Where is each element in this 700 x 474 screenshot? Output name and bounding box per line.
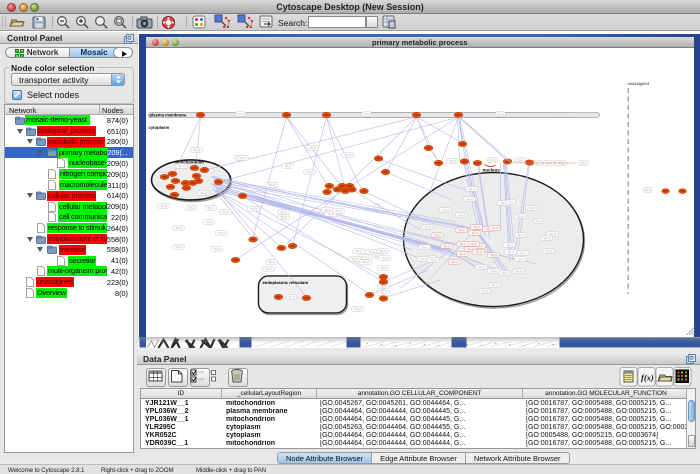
svg-text:Ylr-rl: Ylr-rl (478, 265, 485, 269)
svg-text:Ylr-rl: Ylr-rl (430, 258, 437, 262)
svg-text:Ylr-rl: Ylr-rl (497, 112, 504, 116)
svg-text:Ylr-rl: Ylr-rl (420, 257, 427, 261)
svg-text:Ylr-rl: Ylr-rl (239, 156, 246, 160)
svg-text:Ylr-rl: Ylr-rl (517, 257, 524, 261)
svg-text:Ylr-rl: Ylr-rl (545, 249, 552, 253)
svg-text:Ylr-rl: Ylr-rl (517, 214, 524, 218)
svg-text:Ylr-rl: Ylr-rl (207, 206, 214, 210)
svg-text:cytoplasm: cytoplasm (148, 125, 169, 130)
svg-text:Ylr-rl: Ylr-rl (250, 207, 257, 211)
svg-text:Ylr-rl: Ylr-rl (443, 244, 450, 248)
svg-text:Ylr-rl: Ylr-rl (363, 112, 370, 116)
svg-text:Ylr-rl: Ylr-rl (468, 187, 475, 191)
svg-text:Ylr-rl: Ylr-rl (237, 112, 244, 116)
svg-text:Ylr-rl: Ylr-rl (335, 209, 342, 213)
svg-text:Ylr-rl: Ylr-rl (327, 212, 334, 216)
svg-text:Ylr-rl: Ylr-rl (280, 215, 287, 219)
svg-text:Ylr-rl: Ylr-rl (351, 257, 358, 261)
svg-text:Ylr-rl: Ylr-rl (284, 164, 291, 168)
svg-text:Ylr-rl: Ylr-rl (459, 242, 466, 246)
svg-text:Ylr-rl: Ylr-rl (360, 255, 367, 259)
svg-text:Ylr-rl: Ylr-rl (265, 267, 272, 271)
svg-text:Ylr-rl: Ylr-rl (491, 226, 498, 230)
svg-text:Ylr-rl: Ylr-rl (489, 158, 496, 162)
svg-text:Ylr-rl: Ylr-rl (205, 220, 212, 224)
svg-text:Ylr-rl: Ylr-rl (218, 231, 225, 235)
svg-text:Ylr-rl: Ylr-rl (188, 206, 195, 210)
svg-text:Ylr-rl: Ylr-rl (213, 247, 220, 251)
svg-text:YprYdr-YknYflYhr0YgrYpl-aYcl: YprYdr-YknYflYhr0YgrYpl-aYcl (535, 161, 576, 165)
svg-text:nucleus: nucleus (482, 168, 500, 173)
svg-text:Ylr-rl: Ylr-rl (473, 225, 480, 229)
svg-text:Ylr-rl: Ylr-rl (424, 225, 431, 229)
svg-text:Ylr-rl: Ylr-rl (160, 204, 167, 208)
svg-text:Ylr-rl: Ylr-rl (175, 226, 182, 230)
svg-text:Ylr-rl: Ylr-rl (501, 271, 508, 275)
svg-text:Ylr-rl: Ylr-rl (580, 161, 587, 165)
svg-text:Ylr-rl: Ylr-rl (268, 183, 275, 187)
svg-text:plasma membrane: plasma membrane (149, 112, 186, 117)
svg-text:Ylr-rl: Ylr-rl (470, 242, 477, 246)
svg-text:endoplasmic reticulum: endoplasmic reticulum (262, 280, 308, 285)
svg-text:Ylr-rl: Ylr-rl (535, 219, 542, 223)
svg-text:Ylr-rl: Ylr-rl (519, 251, 526, 255)
svg-text:YnlYorYdrYal-cYbr: YnlYorYdrYal-cYbr (509, 161, 534, 165)
svg-text:Ylr-rl: Ylr-rl (200, 191, 207, 195)
svg-text:Ylr-rl: Ylr-rl (506, 243, 513, 247)
svg-text:Ylr-rl: Ylr-rl (354, 307, 361, 311)
svg-text:f(x): f(x) (641, 373, 654, 383)
svg-text:Ylr-rl: Ylr-rl (481, 289, 488, 293)
svg-text:Ylr-rl: Ylr-rl (355, 249, 362, 253)
svg-text:Ylr-rl: Ylr-rl (517, 233, 524, 237)
svg-text:Ylr-rl: Ylr-rl (442, 208, 449, 212)
svg-text:Ylr-rl: Ylr-rl (507, 250, 514, 254)
svg-text:Ylr-rl: Ylr-rl (490, 253, 497, 257)
svg-text:Ylr-rl: Ylr-rl (309, 146, 316, 150)
svg-text:Ylr-rl: Ylr-rl (380, 291, 387, 295)
svg-text:Ylr-rl: Ylr-rl (490, 269, 497, 273)
svg-text:Ylr-rl: Ylr-rl (193, 148, 200, 152)
svg-text:Ylr-rl: Ylr-rl (280, 210, 287, 214)
svg-text:Ylr-rl: Ylr-rl (344, 153, 351, 157)
svg-text:Ylr-rl: Ylr-rl (434, 233, 441, 237)
svg-text:Ylr-rl: Ylr-rl (421, 245, 428, 249)
svg-text:Ylr-rl: Ylr-rl (362, 260, 369, 264)
svg-text:Ylr-rl: Ylr-rl (475, 250, 482, 254)
svg-text:Ylr-rl: Ylr-rl (449, 159, 456, 163)
svg-text:Ylr-rl: Ylr-rl (644, 188, 651, 192)
svg-text:Ylr-rl: Ylr-rl (458, 228, 465, 232)
svg-text:Ylr-rl: Ylr-rl (381, 256, 388, 260)
svg-text:Ylr-rl: Ylr-rl (459, 252, 466, 256)
svg-text:Ylr-rl: Ylr-rl (543, 236, 550, 240)
svg-text:Ylr-rl: Ylr-rl (528, 206, 535, 210)
svg-text:Ylr-rl: Ylr-rl (175, 245, 182, 249)
svg-text:Ylr-rl: Ylr-rl (515, 269, 522, 273)
svg-text:Ylr-rl: Ylr-rl (491, 283, 498, 287)
svg-text:Ylr-rl: Ylr-rl (380, 266, 387, 270)
svg-text:Ylr-rl: Ylr-rl (466, 197, 473, 201)
svg-text:Ylr-rl: Ylr-rl (222, 210, 229, 214)
svg-text:Ylr-rl: Ylr-rl (500, 201, 507, 205)
svg-text:Ylr-rl: Ylr-rl (451, 260, 458, 264)
svg-text:unassigned: unassigned (627, 81, 649, 86)
svg-text:Ylr-rl: Ylr-rl (178, 164, 185, 168)
svg-text:Ylr-rl: Ylr-rl (458, 213, 465, 217)
svg-text:Ylr-rl: Ylr-rl (306, 170, 313, 174)
svg-text:Ylr-rl: Ylr-rl (471, 231, 478, 235)
svg-text:Ylr-rl: Ylr-rl (288, 295, 295, 299)
svg-text:Ylr-rl: Ylr-rl (379, 249, 386, 253)
svg-text:Ylr-rl: Ylr-rl (268, 260, 275, 264)
